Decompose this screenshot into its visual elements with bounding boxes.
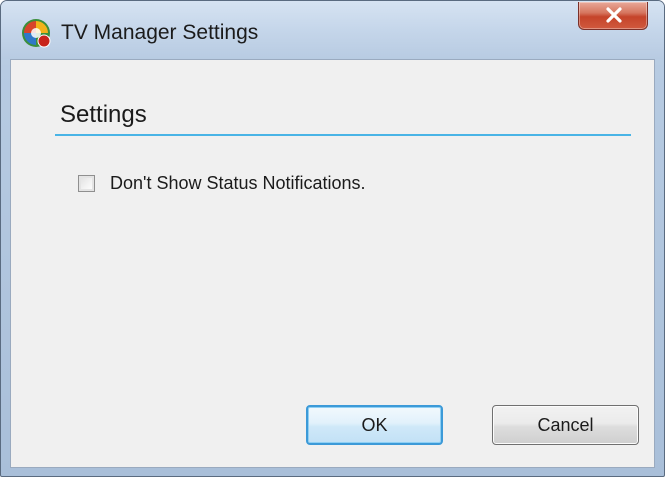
windows-media-center-icon — [21, 18, 51, 48]
close-button[interactable] — [578, 2, 648, 30]
close-icon — [606, 7, 622, 23]
status-notifications-option[interactable]: Don't Show Status Notifications. — [78, 170, 366, 196]
title-bar[interactable]: TV Manager Settings — [1, 1, 664, 59]
section-divider — [55, 134, 631, 136]
dialog-window: TV Manager Settings Settings Don't Show … — [0, 0, 665, 477]
status-notifications-label[interactable]: Don't Show Status Notifications. — [110, 173, 366, 194]
window-title: TV Manager Settings — [61, 21, 259, 44]
cancel-button[interactable]: Cancel — [492, 405, 639, 445]
dialog-content: Settings Don't Show Status Notifications… — [10, 59, 655, 468]
status-notifications-checkbox[interactable] — [78, 174, 95, 192]
ok-button[interactable]: OK — [306, 405, 443, 445]
section-title: Settings — [60, 101, 147, 128]
